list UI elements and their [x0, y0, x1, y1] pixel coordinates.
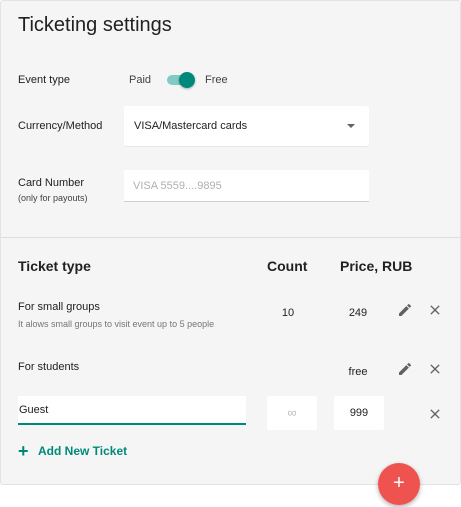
currency-select[interactable]: VISA/Mastercard cards [124, 106, 369, 146]
new-ticket-price-input[interactable] [334, 396, 384, 430]
new-ticket-price-field[interactable] [334, 396, 384, 430]
event-type-label: Event type [18, 74, 70, 86]
card-number-label: Card Number [18, 177, 85, 189]
currency-select-value: VISA/Mastercard cards [134, 120, 248, 132]
ticketing-settings-card: Ticketing settings Event type Paid Free … [0, 0, 461, 485]
card-number-input[interactable] [124, 170, 369, 201]
new-ticket-count-field[interactable]: ∞ [267, 396, 317, 430]
pencil-icon[interactable] [397, 361, 413, 377]
count-header: Count [267, 258, 308, 274]
price-header: Price, RUB [340, 258, 413, 274]
ticket-row-description: It alows small groups to visit event up … [18, 319, 215, 329]
add-new-ticket-label: Add New Ticket [38, 444, 128, 458]
new-ticket-name-input[interactable] [18, 396, 246, 423]
ticket-row-name: For students [18, 361, 80, 373]
ticket-row-price: 249 [348, 307, 368, 319]
ticket-row-count: 10 [281, 307, 295, 319]
currency-label: Currency/Method [18, 120, 103, 132]
close-icon[interactable] [427, 361, 443, 377]
event-type-paid-option[interactable]: Paid [129, 74, 151, 86]
fab-add-button[interactable]: + [378, 463, 420, 505]
caret-down-icon [347, 124, 355, 128]
close-icon[interactable] [427, 406, 443, 422]
card-number-field[interactable] [124, 170, 369, 202]
event-type-free-option[interactable]: Free [205, 74, 228, 86]
section-divider [1, 237, 460, 238]
ticket-row-name: For small groups [18, 301, 100, 313]
ticket-type-header: Ticket type [18, 258, 91, 274]
infinity-count-value: ∞ [287, 405, 297, 420]
plus-icon: + [18, 441, 29, 461]
event-type-toggle[interactable] [167, 72, 195, 88]
card-number-sublabel: (only for payouts) [18, 193, 88, 203]
toggle-thumb [179, 72, 195, 88]
page-title: Ticketing settings [18, 14, 172, 36]
ticket-row-price: free [348, 366, 368, 378]
add-new-ticket-button[interactable]: + Add New Ticket [18, 441, 128, 461]
pencil-icon[interactable] [397, 302, 413, 318]
plus-icon: + [393, 472, 405, 494]
new-ticket-name-field[interactable] [18, 396, 246, 425]
close-icon[interactable] [427, 302, 443, 318]
